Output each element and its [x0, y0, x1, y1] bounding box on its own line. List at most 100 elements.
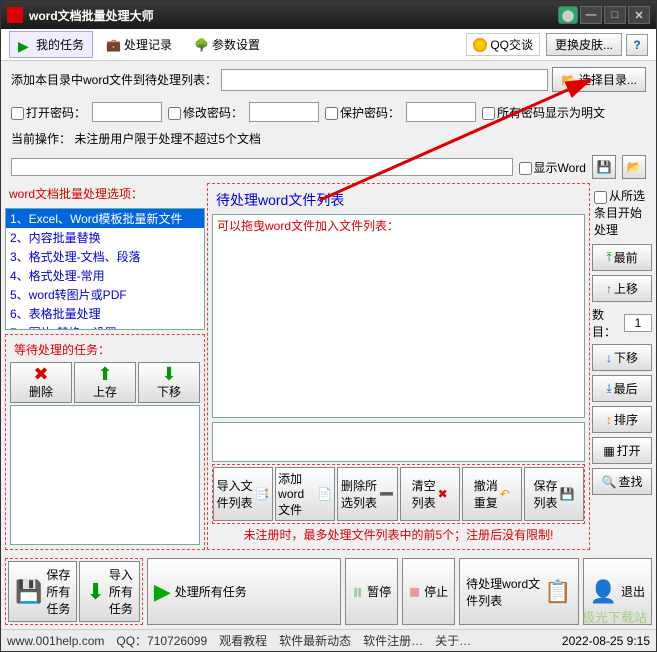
tab-label: 我的任务 [36, 36, 84, 53]
save-icon-button[interactable]: 💾 [592, 155, 616, 179]
minus-icon: ➖ [379, 487, 394, 501]
add-word-button[interactable]: 添加word 文件📄 [275, 467, 335, 521]
down-icon: ↓ [606, 351, 612, 365]
tab-settings[interactable]: 🌳 参数设置 [185, 31, 269, 58]
drag-hint: 可以拖曳word文件加入文件列表： [217, 217, 399, 234]
status-tutorial[interactable]: 观看教程 [219, 632, 267, 649]
window-title: word文档批量处理大师 [29, 7, 558, 24]
help-button[interactable]: ? [626, 34, 648, 56]
open-pw-check[interactable]: 打开密码： [11, 104, 86, 121]
list-item[interactable]: 1、Excel、Word模板批量新文件 [6, 209, 204, 228]
to-top-button[interactable]: ⤒最前 [592, 244, 652, 271]
save-list-button[interactable]: 保存 列表💾 [524, 467, 584, 521]
down-button[interactable]: ↓下移 [592, 344, 652, 371]
top-icon: ⤒ [606, 250, 611, 265]
sort-icon: ↕ [606, 413, 612, 427]
pause-button[interactable]: ⏸暂停 [345, 558, 398, 625]
move-up-button[interactable]: ⬆上存 [74, 362, 136, 403]
run-all-button[interactable]: ▶处理所有任务 [147, 558, 341, 625]
list-item[interactable]: 7、图片-替换、设置 [6, 323, 204, 330]
tab-label: 参数设置 [212, 36, 260, 53]
dir-input[interactable] [221, 69, 548, 91]
delete-selected-button[interactable]: 删除所 选列表➖ [337, 467, 397, 521]
move-down-button[interactable]: ⬇下移 [138, 362, 200, 403]
qq-icon [473, 38, 487, 52]
clear-icon: ✖ [438, 487, 448, 501]
modify-pw-input[interactable] [249, 102, 319, 122]
stop-button[interactable]: ⏹停止 [402, 558, 455, 625]
extra-button[interactable]: ⬤ [558, 6, 578, 24]
exit-button[interactable]: 👤退出 [583, 558, 652, 625]
op-value: 未注册用户限于处理不超过5个文档 [74, 132, 261, 146]
open-pw-input[interactable] [92, 102, 162, 122]
list-item[interactable]: 5、word转图片或PDF [6, 285, 204, 304]
minimize-button[interactable]: — [580, 6, 602, 24]
import-all-tasks-button[interactable]: ⬇导入 所有 任务 [79, 561, 139, 622]
qq-label: QQ交谈 [490, 36, 533, 53]
stop-icon: ⏹ [409, 579, 420, 605]
list-item[interactable]: 4、格式处理-常用 [6, 266, 204, 285]
choose-dir-label: 选择目录... [579, 71, 637, 88]
import-list-button[interactable]: 导入文 件列表📑 [213, 467, 273, 521]
tab-my-tasks[interactable]: ▶ 我的任务 [9, 31, 93, 58]
pending-list[interactable] [10, 405, 200, 545]
tree-icon: 🌳 [194, 38, 208, 52]
up-button[interactable]: ↑上移 [592, 275, 652, 302]
down-icon: ⬇ [161, 365, 176, 383]
save-all-tasks-button[interactable]: 💾保存 所有 任务 [8, 561, 77, 622]
find-button[interactable]: 🔍查找 [592, 468, 652, 495]
list-item[interactable]: 6、表格批量处理 [6, 304, 204, 323]
pause-icon: ⏸ [352, 579, 363, 605]
options-title: word文档批量处理选项： [5, 183, 205, 204]
list-item[interactable]: 3、格式处理-文档、段落 [6, 247, 204, 266]
up-icon: ⬆ [97, 365, 112, 383]
open-icon-button[interactable]: 📂 [622, 155, 646, 179]
close-button[interactable]: ✕ [628, 6, 650, 24]
undo-dup-button[interactable]: 撤消 重复↶ [462, 467, 522, 521]
play-icon: ▶ [154, 579, 171, 605]
choose-dir-button[interactable]: 📂选择目录... [552, 67, 646, 92]
x-icon: ✖ [33, 365, 48, 383]
status-register[interactable]: 软件注册… [363, 632, 423, 649]
pending-filelist-button[interactable]: 待处理word文 件列表📋 [459, 558, 578, 625]
qq-chat-button[interactable]: QQ交谈 [466, 33, 540, 56]
to-bottom-button[interactable]: ⤓最后 [592, 375, 652, 402]
count-label: 数目： [592, 306, 622, 340]
options-list[interactable]: 1、Excel、Word模板批量新文件 2、内容批量替换 3、格式处理-文档、段… [5, 208, 205, 330]
add-dir-label: 添加本目录中word文件到待处理列表： [11, 71, 217, 88]
doc-icon: 📄 [317, 487, 332, 501]
play-icon: ▶ [18, 38, 32, 52]
protect-pw-input[interactable] [406, 102, 476, 122]
disk-icon: 💾 [15, 579, 42, 605]
modify-pw-check[interactable]: 修改密码： [168, 104, 243, 121]
status-url[interactable]: www.001help.com [7, 634, 104, 648]
list-item[interactable]: 2、内容批量替换 [6, 228, 204, 247]
skin-button[interactable]: 更换皮肤... [546, 33, 622, 56]
list-icon: 📑 [255, 487, 270, 501]
filelist-title: 待处理word文件列表 [216, 190, 344, 210]
protect-pw-check[interactable]: 保护密码： [325, 104, 400, 121]
open-button[interactable]: ▦打开 [592, 437, 652, 464]
status-qq: QQ：710726099 [116, 632, 207, 649]
exit-icon: 👤 [590, 579, 617, 605]
save-icon: 💾 [559, 487, 574, 501]
status-news[interactable]: 软件最新动态 [279, 632, 351, 649]
file-list[interactable]: 可以拖曳word文件加入文件列表： [212, 214, 585, 418]
show-plain-check[interactable]: 所有密码显示为明文 [482, 104, 605, 121]
show-word-check[interactable]: 显示Word [519, 159, 586, 176]
app-icon [7, 7, 23, 23]
download-icon: ⬇ [86, 579, 104, 605]
pending-title: 等待处理的任务： [10, 339, 200, 360]
start-from-check[interactable]: 从所选条目开始处理 [592, 185, 652, 240]
maximize-button[interactable]: □ [604, 6, 626, 24]
count-input[interactable] [624, 314, 652, 332]
tab-history[interactable]: 💼处理记录 [97, 31, 181, 58]
list-icon: 📋 [544, 579, 571, 605]
sort-button[interactable]: ↕排序 [592, 406, 652, 433]
status-about[interactable]: 关于… [435, 632, 471, 649]
clear-list-button[interactable]: 清空 列表✖ [400, 467, 460, 521]
folder-icon: 📂 [561, 73, 576, 87]
delete-button[interactable]: ✖删除 [10, 362, 72, 403]
detail-box [212, 422, 585, 462]
search-icon: 🔍 [602, 475, 617, 489]
